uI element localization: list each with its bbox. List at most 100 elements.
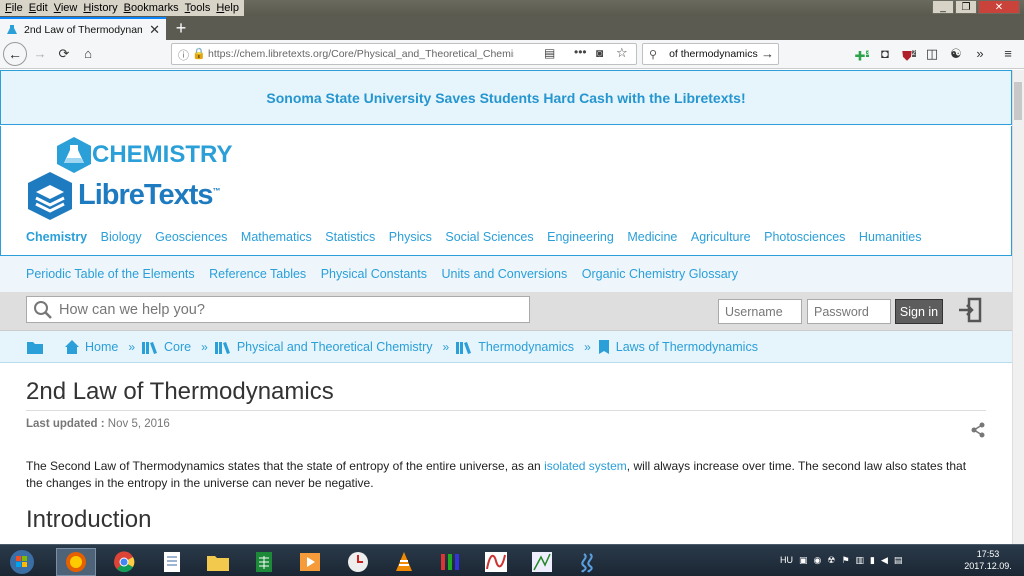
- subject-link-mathematics[interactable]: Mathematics: [241, 230, 312, 244]
- menu-view[interactable]: View: [51, 0, 81, 16]
- subject-link-humanities[interactable]: Humanities: [859, 230, 922, 244]
- lock-icon[interactable]: 🔒: [192, 47, 206, 60]
- menu-bookmarks[interactable]: Bookmarks: [121, 0, 182, 16]
- reflink-units-conversions[interactable]: Units and Conversions: [442, 267, 568, 281]
- chemistry-logo-text[interactable]: CHEMISTRY: [92, 141, 232, 169]
- taskbar-notepad[interactable]: [152, 548, 192, 576]
- tray-icon-2[interactable]: ◉: [814, 555, 822, 566]
- taskbar-app-bars[interactable]: [430, 548, 470, 576]
- home-button[interactable]: ⌂: [79, 45, 97, 63]
- taskbar-chrome[interactable]: [104, 548, 144, 576]
- flag-icon[interactable]: ⚑: [841, 555, 849, 566]
- tray-icon-4[interactable]: ▤: [894, 555, 903, 566]
- search-go-icon[interactable]: →: [761, 46, 774, 61]
- taskbar-app-clock[interactable]: [338, 548, 378, 576]
- scrollbar-thumb[interactable]: [1014, 82, 1022, 120]
- ublock-icon[interactable]: ⛊2: [900, 45, 918, 63]
- subject-link-medicine[interactable]: Medicine: [627, 230, 677, 244]
- subject-link-engineering[interactable]: Engineering: [547, 230, 614, 244]
- wave-app-icon: [581, 553, 593, 573]
- taskbar-firefox[interactable]: [56, 548, 96, 576]
- subject-link-physics[interactable]: Physics: [389, 230, 432, 244]
- breadcrumb-physical-theoretical[interactable]: Physical and Theoretical Chemistry: [237, 340, 433, 354]
- green-addon-icon[interactable]: ✚3: [853, 45, 871, 63]
- url-text: https://chem.libretexts.org/Core/Physica…: [208, 48, 514, 60]
- paragraph-text: The Second Law of Thermodynamics states …: [26, 459, 545, 473]
- taskbar-explorer[interactable]: [198, 548, 238, 576]
- breadcrumb-laws-thermodynamics[interactable]: Laws of Thermodynamics: [616, 340, 758, 354]
- site-search-input[interactable]: How can we help you?: [26, 296, 530, 323]
- breadcrumb-core[interactable]: Core: [164, 340, 191, 354]
- taskbar-app-graph[interactable]: [522, 548, 562, 576]
- reload-button[interactable]: ⟳: [55, 45, 73, 63]
- pocket-icon[interactable]: ◙: [596, 46, 603, 60]
- breadcrumb-thermodynamics[interactable]: Thermodynamics: [478, 340, 574, 354]
- reflink-glossary[interactable]: Organic Chemistry Glossary: [582, 267, 738, 281]
- url-bar[interactable]: ⓘ 🔒 https://chem.libretexts.org/Core/Phy…: [171, 43, 637, 65]
- menu-tools[interactable]: Tools: [182, 0, 214, 16]
- tray-icon-3[interactable]: ☢: [827, 555, 835, 566]
- login-arrow-icon[interactable]: [956, 296, 984, 324]
- curve-app-icon: [485, 552, 507, 572]
- network-icon[interactable]: ▥: [856, 555, 865, 566]
- screenshot-icon[interactable]: ◘: [876, 45, 894, 63]
- search-bar[interactable]: ⚲ of thermodynamics →: [642, 43, 779, 65]
- language-indicator[interactable]: HU: [780, 555, 793, 565]
- taskbar-vlc[interactable]: [384, 548, 424, 576]
- libretexts-logo-text[interactable]: LibreTexts™: [78, 179, 221, 212]
- taskbar-spreadsheet[interactable]: [244, 548, 284, 576]
- password-field[interactable]: Password: [807, 299, 891, 324]
- info-icon[interactable]: ⓘ: [178, 47, 189, 63]
- reflink-reference-tables[interactable]: Reference Tables: [209, 267, 306, 281]
- close-tab-icon[interactable]: ✕: [149, 22, 160, 38]
- reader-view-icon[interactable]: ▤: [544, 46, 555, 60]
- minimize-button[interactable]: _: [932, 0, 954, 14]
- start-button[interactable]: [2, 548, 42, 576]
- menu-help[interactable]: Help: [213, 0, 242, 16]
- taskbar-media[interactable]: [290, 548, 330, 576]
- promo-banner[interactable]: Sonoma State University Saves Students H…: [0, 70, 1012, 125]
- subject-link-biology[interactable]: Biology: [101, 230, 142, 244]
- subject-link-agriculture[interactable]: Agriculture: [691, 230, 751, 244]
- subject-link-chemistry[interactable]: Chemistry: [26, 230, 87, 244]
- volume-icon[interactable]: ◀: [881, 555, 888, 566]
- back-button[interactable]: ←: [3, 42, 27, 66]
- libretexts-logo-icon[interactable]: [24, 170, 76, 222]
- addon-icon[interactable]: ☯: [947, 45, 965, 63]
- menu-history[interactable]: History: [80, 0, 120, 16]
- subject-link-statistics[interactable]: Statistics: [325, 230, 375, 244]
- taskbar-app-curve[interactable]: [476, 548, 516, 576]
- restore-button[interactable]: ❐: [955, 0, 977, 14]
- page-scrollbar[interactable]: [1012, 70, 1024, 544]
- sign-in-button[interactable]: Sign in: [895, 299, 943, 324]
- bookmark-star-icon[interactable]: ☆: [616, 45, 628, 61]
- folder-icon[interactable]: [26, 339, 44, 355]
- menu-file[interactable]: File: [2, 0, 26, 16]
- battery-icon[interactable]: ▮: [870, 555, 875, 566]
- hamburger-menu-icon[interactable]: ≡: [999, 45, 1017, 63]
- reflink-periodic-table[interactable]: Periodic Table of the Elements: [26, 267, 195, 281]
- spreadsheet-icon: [256, 552, 272, 572]
- reflink-physical-constants[interactable]: Physical Constants: [321, 267, 427, 281]
- breadcrumb-home[interactable]: Home: [85, 340, 118, 354]
- banner-text: Sonoma State University Saves Students H…: [266, 89, 746, 106]
- clock-app-icon: [348, 552, 368, 572]
- menu-edit[interactable]: Edit: [26, 0, 51, 16]
- subject-link-photosciences[interactable]: Photosciences: [764, 230, 845, 244]
- sidebar-icon[interactable]: ◫: [923, 45, 941, 63]
- taskbar-app-wave[interactable]: [570, 548, 610, 576]
- browser-tab[interactable]: 2nd Law of Thermodynamics - ✕: [0, 17, 166, 40]
- page-actions-icon[interactable]: •••: [574, 45, 587, 59]
- new-tab-button[interactable]: +: [172, 19, 190, 37]
- subject-link-social-sciences[interactable]: Social Sciences: [445, 230, 533, 244]
- subject-link-geosciences[interactable]: Geosciences: [155, 230, 227, 244]
- overflow-menu-icon[interactable]: »: [971, 45, 989, 63]
- close-window-button[interactable]: ✕: [978, 0, 1020, 14]
- username-field[interactable]: Username: [718, 299, 802, 324]
- forward-button[interactable]: →: [31, 45, 49, 63]
- chemistry-flask-logo-icon[interactable]: [54, 136, 94, 174]
- taskbar-clock[interactable]: 17:53 2017.12.09.: [960, 548, 1016, 572]
- share-icon[interactable]: [970, 422, 986, 438]
- isolated-system-link[interactable]: isolated system: [544, 459, 627, 473]
- tray-icon-1[interactable]: ▣: [799, 555, 808, 566]
